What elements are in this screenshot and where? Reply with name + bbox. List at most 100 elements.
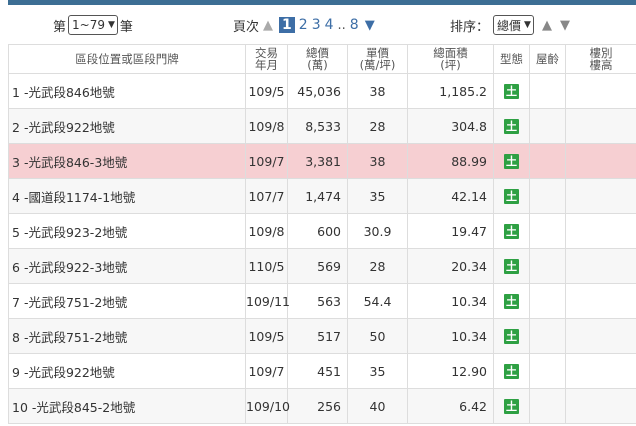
cell-area: 88.99 bbox=[407, 143, 494, 179]
cell-age bbox=[529, 283, 566, 319]
cell-age bbox=[529, 213, 566, 249]
sort-select[interactable]: 總價 ▼ bbox=[493, 15, 534, 35]
row-number: 4 bbox=[12, 189, 20, 205]
col-header-floor[interactable]: 樓別 樓高 bbox=[565, 44, 636, 74]
address-text: -光武段846-3地號 bbox=[23, 154, 128, 170]
cell-area: 1,185.2 bbox=[407, 73, 494, 109]
land-type-badge: 土 bbox=[504, 294, 519, 309]
sort-ascending-icon[interactable]: ▲ bbox=[542, 18, 552, 33]
cell-unit-price: 35 bbox=[347, 178, 408, 214]
address-text: -光武段923-2地號 bbox=[23, 224, 128, 240]
chevron-down-icon: ▼ bbox=[107, 20, 115, 30]
range-selector-group: 第 1~79 ▼ 筆 bbox=[53, 12, 133, 38]
table-row[interactable]: 10 -光武段845-2地號 109/10 256 40 6.42 土 bbox=[8, 388, 636, 424]
page-link-2[interactable]: 2 bbox=[299, 17, 308, 33]
cell-date: 109/5 bbox=[245, 73, 288, 109]
cell-age bbox=[529, 178, 566, 214]
cell-unit-price: 38 bbox=[347, 73, 408, 109]
cell-age bbox=[529, 108, 566, 144]
cell-area: 304.8 bbox=[407, 108, 494, 144]
chevron-down-icon: ▼ bbox=[524, 20, 531, 30]
cell-date: 110/5 bbox=[245, 248, 288, 284]
page-link-4[interactable]: 4 bbox=[325, 17, 334, 33]
col-header-unit-price[interactable]: 單價 (萬/坪) bbox=[347, 44, 408, 74]
cell-total-price: 600 bbox=[287, 213, 348, 249]
range-select[interactable]: 1~79 ▼ bbox=[68, 15, 118, 35]
cell-address[interactable]: 1 -光武段846地號 bbox=[8, 73, 246, 109]
land-type-badge: 土 bbox=[504, 119, 519, 134]
cell-address[interactable]: 6 -光武段922-3地號 bbox=[8, 248, 246, 284]
cell-address[interactable]: 9 -光武段922地號 bbox=[8, 353, 246, 389]
cell-unit-price: 35 bbox=[347, 353, 408, 389]
col-header-age[interactable]: 屋齡 bbox=[529, 44, 566, 74]
page-current[interactable]: 1 bbox=[279, 17, 295, 33]
cell-area: 6.42 bbox=[407, 388, 494, 424]
row-number: 8 bbox=[12, 329, 20, 345]
cell-area: 12.90 bbox=[407, 353, 494, 389]
table-row[interactable]: 1 -光武段846地號 109/5 45,036 38 1,185.2 土 bbox=[8, 73, 636, 109]
cell-unit-price: 28 bbox=[347, 248, 408, 284]
col-header-type[interactable]: 型態 bbox=[493, 44, 530, 74]
cell-address[interactable]: 2 -光武段922地號 bbox=[8, 108, 246, 144]
cell-type: 土 bbox=[493, 73, 530, 109]
table-row[interactable]: 9 -光武段922地號 109/7 451 35 12.90 土 bbox=[8, 353, 636, 389]
triangle-down-icon[interactable]: ▼ bbox=[365, 18, 375, 33]
land-type-badge: 土 bbox=[504, 84, 519, 99]
land-type-badge: 土 bbox=[504, 189, 519, 204]
table-row[interactable]: 5 -光武段923-2地號 109/8 600 30.9 19.47 土 bbox=[8, 213, 636, 249]
row-number: 6 bbox=[12, 259, 20, 275]
cell-age bbox=[529, 248, 566, 284]
pager: 頁次 ▲ 1 2 3 4 .. 8 ▼ bbox=[233, 12, 375, 38]
cell-area: 10.34 bbox=[407, 283, 494, 319]
table-row[interactable]: 3 -光武段846-3地號 109/7 3,381 38 88.99 土 bbox=[8, 143, 636, 179]
table-row[interactable]: 7 -光武段751-2地號 109/11 563 54.4 10.34 土 bbox=[8, 283, 636, 319]
cell-address[interactable]: 7 -光武段751-2地號 bbox=[8, 283, 246, 319]
table-row[interactable]: 2 -光武段922地號 109/8 8,533 28 304.8 土 bbox=[8, 108, 636, 144]
cell-floor bbox=[565, 178, 636, 214]
cell-date: 109/7 bbox=[245, 143, 288, 179]
cell-area: 42.14 bbox=[407, 178, 494, 214]
range-select-value: 1~79 bbox=[72, 18, 105, 32]
cell-address[interactable]: 10 -光武段845-2地號 bbox=[8, 388, 246, 424]
cell-address[interactable]: 4 -國道段1174-1地號 bbox=[8, 178, 246, 214]
list-controls: 第 1~79 ▼ 筆 頁次 ▲ 1 2 3 4 .. 8 ▼ 排序： 總價 ▼ … bbox=[0, 12, 636, 38]
col-header-area[interactable]: 總面積 (坪) bbox=[407, 44, 494, 74]
page-link-3[interactable]: 3 bbox=[312, 17, 321, 33]
cell-type: 土 bbox=[493, 143, 530, 179]
cell-type: 土 bbox=[493, 318, 530, 354]
cell-floor bbox=[565, 143, 636, 179]
address-text: -光武段751-2地號 bbox=[23, 294, 128, 310]
cell-unit-price: 30.9 bbox=[347, 213, 408, 249]
cell-area: 10.34 bbox=[407, 318, 494, 354]
top-accent-bar bbox=[8, 0, 636, 5]
address-text: -光武段751-2地號 bbox=[23, 329, 128, 345]
address-text: -光武段845-2地號 bbox=[31, 399, 136, 415]
col-header-address[interactable]: 區段位置或區段門牌 bbox=[8, 44, 246, 74]
cell-date: 109/8 bbox=[245, 213, 288, 249]
cell-address[interactable]: 5 -光武段923-2地號 bbox=[8, 213, 246, 249]
cell-address[interactable]: 3 -光武段846-3地號 bbox=[8, 143, 246, 179]
pager-label: 頁次 bbox=[233, 19, 260, 35]
cell-total-price: 563 bbox=[287, 283, 348, 319]
cell-total-price: 1,474 bbox=[287, 178, 348, 214]
col-header-date[interactable]: 交易 年月 bbox=[245, 44, 288, 74]
sort-descending-icon[interactable]: ▼ bbox=[560, 18, 570, 33]
cell-age bbox=[529, 353, 566, 389]
cell-unit-price: 50 bbox=[347, 318, 408, 354]
table-row[interactable]: 6 -光武段922-3地號 110/5 569 28 20.34 土 bbox=[8, 248, 636, 284]
row-number: 5 bbox=[12, 224, 20, 240]
page-link-last[interactable]: 8 bbox=[350, 17, 359, 33]
cell-type: 土 bbox=[493, 178, 530, 214]
cell-address[interactable]: 8 -光武段751-2地號 bbox=[8, 318, 246, 354]
table-row[interactable]: 8 -光武段751-2地號 109/5 517 50 10.34 土 bbox=[8, 318, 636, 354]
cell-total-price: 569 bbox=[287, 248, 348, 284]
row-number: 1 bbox=[12, 84, 20, 100]
address-text: -光武段846地號 bbox=[23, 84, 115, 100]
range-suffix: 筆 bbox=[119, 19, 133, 35]
table-row[interactable]: 4 -國道段1174-1地號 107/7 1,474 35 42.14 土 bbox=[8, 178, 636, 214]
col-header-total[interactable]: 總價 (萬) bbox=[287, 44, 348, 74]
cell-area: 20.34 bbox=[407, 248, 494, 284]
cell-total-price: 3,381 bbox=[287, 143, 348, 179]
address-text: -國道段1174-1地號 bbox=[23, 189, 136, 205]
triangle-up-icon[interactable]: ▲ bbox=[263, 18, 273, 33]
